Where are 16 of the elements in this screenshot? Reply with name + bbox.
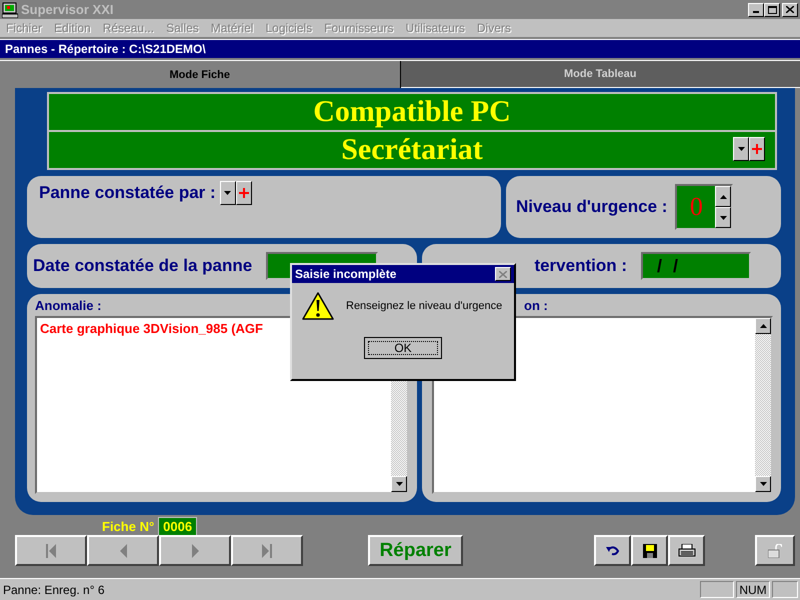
document-title-bar: Pannes - Répertoire : C:\S21DEMO\	[0, 39, 800, 58]
field-label: Anomalie :	[35, 298, 102, 315]
field-label: Date constatée de la panne	[33, 256, 252, 276]
record-label: Fiche N°	[102, 519, 154, 534]
num-lock-indicator: NUM	[736, 581, 770, 598]
status-text: Panne: Enreg. n° 6	[2, 582, 106, 596]
window-title: Supervisor XXI	[21, 2, 114, 17]
dialog-title: Saisie incomplète	[295, 267, 396, 281]
header-title: Compatible PC	[313, 95, 511, 129]
header-subtitle: Secrétariat	[341, 133, 483, 167]
field-label: on :	[524, 298, 548, 315]
field-label: Panne constatée par :	[39, 183, 216, 203]
field-label: Niveau d'urgence :	[516, 197, 668, 217]
field-label: tervention :	[534, 256, 627, 276]
dialog-message: Renseignez le niveau d'urgence	[346, 300, 502, 312]
record-number: 0006	[158, 517, 198, 536]
